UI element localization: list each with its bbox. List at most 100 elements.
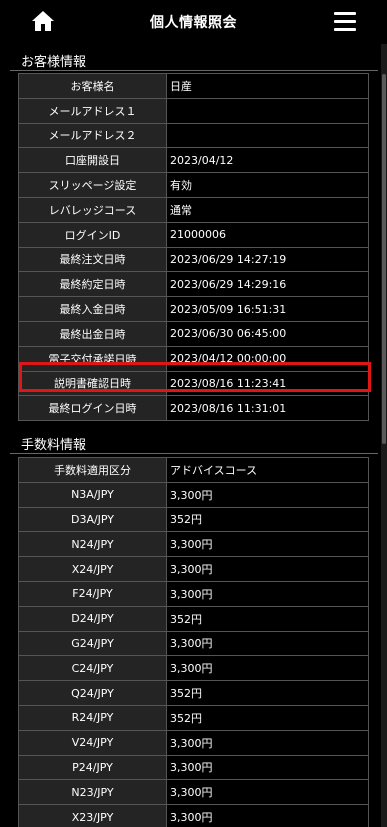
- scrollbar[interactable]: [381, 44, 387, 827]
- fee-info-row: X24/JPY 3,300円: [18, 556, 369, 582]
- customer-info-row: 最終出金日時 2023/06/30 06:45:00: [18, 320, 369, 347]
- row-label: ログインID: [18, 221, 167, 248]
- top-bar: 個人情報照会: [0, 0, 387, 44]
- row-value: 3,300円: [166, 804, 369, 827]
- row-value: 352円: [166, 680, 369, 706]
- row-value: 3,300円: [166, 481, 369, 508]
- row-label: X24/JPY: [18, 556, 167, 582]
- row-value: 2023/06/29 14:29:16: [166, 271, 369, 298]
- row-value: 21000006: [166, 221, 369, 248]
- row-value: 352円: [166, 704, 369, 731]
- customer-info-row: 口座開設日 2023/04/12: [18, 147, 369, 174]
- row-value: 3,300円: [166, 556, 369, 582]
- row-value: 352円: [166, 605, 369, 632]
- row-value: 352円: [166, 506, 369, 533]
- fee-info-row: N23/JPY 3,300円: [18, 779, 369, 806]
- row-label: 手数料適用区分: [18, 457, 167, 483]
- row-label: 電子交付承諾日時: [18, 345, 167, 372]
- fee-info-row: D24/JPY 352円: [18, 605, 369, 632]
- customer-info-row: 説明書確認日時 2023/08/16 11:23:41: [18, 370, 369, 397]
- row-value: 有効: [166, 172, 369, 198]
- row-value: 3,300円: [166, 729, 369, 756]
- row-label: R24/JPY: [18, 704, 167, 731]
- row-label: メールアドレス２: [18, 122, 167, 149]
- row-label: G24/JPY: [18, 630, 167, 657]
- row-label: お客様名: [18, 73, 167, 99]
- fee-info-row: D3A/JPY 352円: [18, 506, 369, 533]
- row-value: 2023/08/16 11:31:01: [166, 395, 369, 422]
- customer-info-row: メールアドレス１: [18, 97, 369, 124]
- row-label: N23/JPY: [18, 779, 167, 806]
- fee-info-row: R24/JPY 352円: [18, 704, 369, 731]
- fee-info-row: N3A/JPY 3,300円: [18, 481, 369, 508]
- row-value: 3,300円: [166, 655, 369, 682]
- row-value: [166, 122, 369, 149]
- fee-info-row: C24/JPY 3,300円: [18, 655, 369, 682]
- content-area[interactable]: お客様情報 お客様名 日産 メールアドレス１ メールアドレス２ 口座開設日 2023/04…: [0, 44, 380, 827]
- row-value: 2023/06/30 06:45:00: [166, 320, 369, 347]
- fee-info-row: V24/JPY 3,300円: [18, 729, 369, 756]
- fee-info-row: F24/JPY 3,300円: [18, 580, 369, 607]
- customer-info-row: 最終ログイン日時 2023/08/16 11:31:01: [18, 395, 369, 422]
- row-label: 口座開設日: [18, 147, 167, 174]
- row-label: F24/JPY: [18, 580, 167, 607]
- row-value: 3,300円: [166, 779, 369, 806]
- fee-info-row: Q24/JPY 352円: [18, 680, 369, 706]
- customer-info-row: 最終入金日時 2023/05/09 16:51:31: [18, 296, 369, 322]
- scrollbar-thumb[interactable]: [382, 74, 386, 444]
- row-label: P24/JPY: [18, 754, 167, 781]
- customer-info-row: お客様名 日産: [18, 73, 369, 99]
- page-title: 個人情報照会: [150, 15, 237, 31]
- row-value: 3,300円: [166, 531, 369, 558]
- row-label: メールアドレス１: [18, 97, 167, 124]
- row-value: 3,300円: [166, 580, 369, 607]
- customer-info-row: メールアドレス２: [18, 122, 369, 149]
- customer-info-row: レバレッジコース 通常: [18, 196, 369, 223]
- row-value: 2023/04/12 00:00:00: [166, 345, 369, 372]
- fee-info-row: P24/JPY 3,300円: [18, 754, 369, 781]
- fee-info-table: 手数料適用区分 アドバイスコース N3A/JPY 3,300円 D3A/JPY 352円 N…: [18, 457, 369, 827]
- row-label: 説明書確認日時: [18, 370, 167, 397]
- fee-info-row: N24/JPY 3,300円: [18, 531, 369, 558]
- customer-info-table: お客様名 日産 メールアドレス１ メールアドレス２ 口座開設日 2023/04/12 スリッ…: [18, 73, 369, 422]
- fee-section-title: 手数料情報: [21, 438, 87, 453]
- row-label: N24/JPY: [18, 531, 167, 558]
- customer-info-row: スリッページ設定 有効: [18, 172, 369, 198]
- row-label: 最終出金日時: [18, 320, 167, 347]
- section-divider: [10, 453, 378, 454]
- row-label: レバレッジコース: [18, 196, 167, 223]
- row-value: 2023/08/16 11:23:41: [166, 370, 369, 397]
- row-value: 2023/06/29 14:27:19: [166, 246, 369, 273]
- menu-button[interactable]: [334, 12, 356, 32]
- row-label: N3A/JPY: [18, 481, 167, 508]
- customer-info-row: ログインID 21000006: [18, 221, 369, 248]
- row-label: Q24/JPY: [18, 680, 167, 706]
- row-value: 3,300円: [166, 630, 369, 657]
- customer-info-row: 電子交付承諾日時 2023/04/12 00:00:00: [18, 345, 369, 372]
- row-value: 2023/04/12: [166, 147, 369, 174]
- row-value: 3,300円: [166, 754, 369, 781]
- row-value: 通常: [166, 196, 369, 223]
- customer-info-row: 最終約定日時 2023/06/29 14:29:16: [18, 271, 369, 298]
- row-label: 最終注文日時: [18, 246, 167, 273]
- row-label: C24/JPY: [18, 655, 167, 682]
- row-value: 日産: [166, 73, 369, 99]
- row-value: [166, 97, 369, 124]
- row-value: アドバイスコース: [166, 457, 369, 483]
- row-label: X23/JPY: [18, 804, 167, 827]
- fee-info-row: 手数料適用区分 アドバイスコース: [18, 457, 369, 483]
- section-divider: [10, 70, 378, 71]
- customer-info-row: 最終注文日時 2023/06/29 14:27:19: [18, 246, 369, 273]
- customer-section-title: お客様情報: [21, 55, 87, 70]
- row-label: スリッページ設定: [18, 172, 167, 198]
- fee-info-row: G24/JPY 3,300円: [18, 630, 369, 657]
- row-label: D24/JPY: [18, 605, 167, 632]
- fee-info-row: X23/JPY 3,300円: [18, 804, 369, 827]
- row-value: 2023/05/09 16:51:31: [166, 296, 369, 322]
- hamburger-menu-icon: [334, 12, 356, 15]
- row-label: 最終約定日時: [18, 271, 167, 298]
- row-label: 最終入金日時: [18, 296, 167, 322]
- row-label: D3A/JPY: [18, 506, 167, 533]
- row-label: 最終ログイン日時: [18, 395, 167, 422]
- row-label: V24/JPY: [18, 729, 167, 756]
